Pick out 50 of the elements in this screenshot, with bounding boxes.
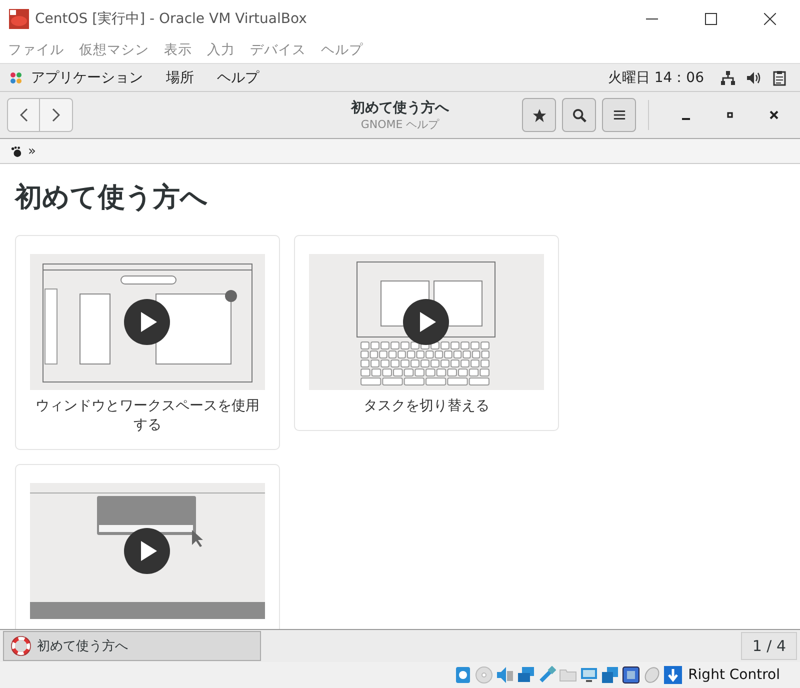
- video-card[interactable]: ウィンドウとワークスペースを使用する: [15, 235, 280, 450]
- lifebuoy-icon: [11, 636, 31, 656]
- window-list-item[interactable]: 初めて使う方へ: [3, 631, 261, 661]
- clipboard-icon[interactable]: [772, 70, 788, 86]
- close-icon[interactable]: [769, 110, 779, 120]
- card-caption: ウィンドウとワークスペースを使用する: [34, 397, 260, 435]
- maximize-icon[interactable]: [725, 110, 735, 120]
- clock[interactable]: 火曜日 14：06: [608, 68, 704, 86]
- play-icon[interactable]: [403, 299, 449, 345]
- window-list-label: 初めて使う方へ: [37, 638, 128, 655]
- chevron-right-icon: [52, 108, 60, 122]
- video-card[interactable]: [15, 464, 280, 629]
- top-bar-menu[interactable]: ヘルプ: [217, 68, 259, 86]
- close-icon[interactable]: [764, 12, 776, 24]
- back-button[interactable]: [7, 98, 40, 132]
- window-title: CentOS [実行中] - Oracle VM VirtualBox: [35, 10, 307, 28]
- network-icon[interactable]: [517, 666, 536, 684]
- play-icon[interactable]: [124, 299, 170, 345]
- menu-item[interactable]: ヘルプ: [321, 41, 363, 59]
- search-button[interactable]: [562, 98, 596, 132]
- windows-icon[interactable]: [601, 666, 620, 684]
- menu-item[interactable]: 表示: [164, 41, 192, 59]
- header-title: 初めて使う方へ: [351, 98, 449, 116]
- monitor-icon[interactable]: [580, 666, 598, 684]
- star-icon: [532, 108, 546, 122]
- video-card[interactable]: タスクを切り替える: [294, 235, 559, 431]
- top-bar-menu[interactable]: 場所: [166, 68, 194, 86]
- card-caption: タスクを切り替える: [364, 397, 490, 416]
- app-icon: [9, 8, 29, 28]
- menu-item[interactable]: 仮想マシン: [79, 41, 149, 59]
- top-bar-menu[interactable]: アプリケーション: [31, 68, 143, 86]
- breadcrumb-separator: »: [28, 144, 36, 158]
- page-heading: 初めて使う方へ: [15, 181, 209, 215]
- search-icon: [572, 108, 586, 122]
- menu-item[interactable]: 入力: [207, 41, 235, 59]
- bookmark-button[interactable]: [522, 98, 556, 132]
- maximize-icon[interactable]: [705, 12, 717, 24]
- workspace-indicator[interactable]: 1 / 4: [741, 632, 797, 660]
- chip-icon[interactable]: [622, 666, 640, 684]
- menu-icon: [612, 109, 626, 121]
- host-key-label: Right Control: [688, 667, 780, 683]
- header-subtitle: GNOME ヘルプ: [360, 116, 440, 132]
- chevron-left-icon: [20, 108, 28, 122]
- menu-button[interactable]: [602, 98, 636, 132]
- speaker-icon[interactable]: [746, 70, 762, 86]
- network-icon[interactable]: [720, 70, 736, 86]
- forward-button[interactable]: [40, 98, 73, 132]
- menu-item[interactable]: デバイス: [250, 41, 306, 59]
- menu-item[interactable]: ファイル: [8, 41, 64, 59]
- play-icon[interactable]: [124, 528, 170, 574]
